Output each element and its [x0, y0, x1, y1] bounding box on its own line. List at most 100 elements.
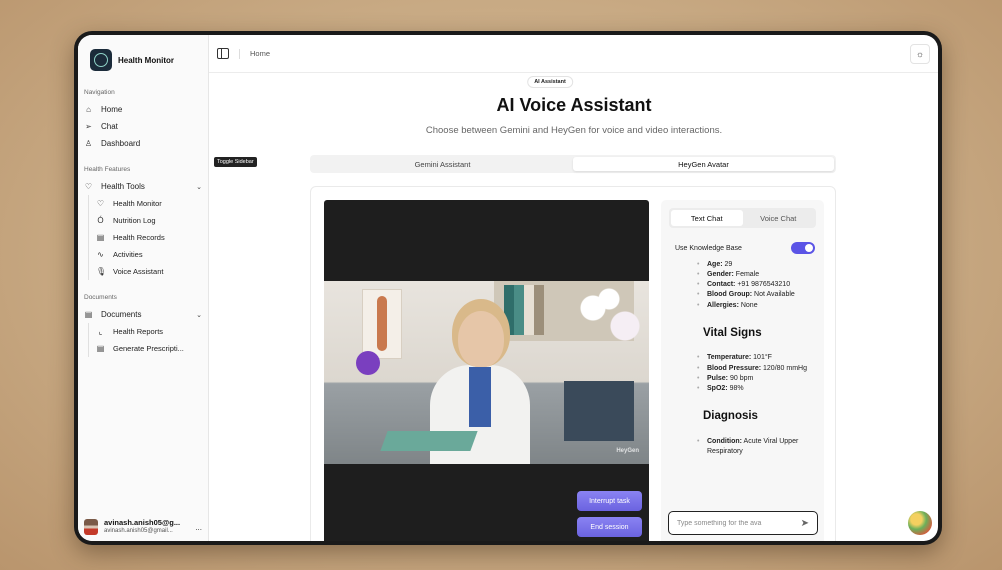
sidebar-item-label: Home [101, 105, 123, 114]
anatomy-poster [362, 289, 402, 359]
sidebar-item-activities[interactable]: ∿ Activities [93, 246, 208, 263]
tab-heygen-avatar[interactable]: HeyGen Avatar [573, 157, 834, 171]
sidebar-item-nutrition-log[interactable]: Ó Nutrition Log [93, 212, 208, 229]
section-label-health-features: Health Features [84, 166, 131, 173]
document-icon: ▤ [96, 344, 105, 353]
sidebar-item-label: Activities [113, 250, 143, 259]
tab-gemini-assistant[interactable]: Gemini Assistant [312, 157, 573, 171]
personal-info-list: Age: 29 Gender: Female Contact: +91 9876… [675, 260, 815, 311]
avatar-shirt [469, 367, 491, 427]
apple-icon: Ó [97, 216, 104, 225]
page-title: AI Voice Assistant [496, 95, 652, 115]
brand[interactable]: Health Monitor [78, 35, 208, 75]
clipboard-icon: ▤ [96, 233, 105, 242]
field-key: Pulse: [707, 374, 729, 382]
health-tools-submenu: ♡ Health Monitor Ó Nutrition Log ▤ Healt… [88, 195, 208, 280]
list-item: Blood Group: Not Available [697, 290, 815, 300]
user-name: avinash.anish05@g... [104, 519, 181, 528]
field-key: Contact: [707, 281, 736, 289]
sidebar-group-label: Health Tools [101, 182, 145, 191]
microphone-icon: 🎙︎ [96, 267, 107, 276]
sidebar-item-label: Nutrition Log [113, 216, 156, 225]
tab-voice-chat[interactable]: Voice Chat [743, 210, 815, 226]
field-value: 29 [722, 261, 733, 268]
sidebar-item-label: Health Reports [113, 327, 164, 336]
sidebar-item-voice-assistant[interactable]: 🎙︎ Voice Assistant [93, 263, 208, 280]
sidebar-item-dashboard[interactable]: ♙ Dashboard [78, 135, 208, 152]
sidebar-item-label: Health Records [113, 233, 165, 242]
activity-icon: ∿ [97, 250, 104, 259]
list-item: Age: 29 [697, 260, 815, 270]
chat-mode-tabs: Text Chat Voice Chat [669, 208, 816, 228]
avatar [84, 519, 98, 535]
avatar-card: HeyGen Interrupt task End session Text C… [310, 186, 836, 541]
chat-message-input[interactable] [677, 519, 801, 527]
sidebar-item-health-reports[interactable]: ⌞ Health Reports [93, 323, 208, 340]
send-icon[interactable]: ➤ [801, 518, 809, 529]
sidebar-item-chat[interactable]: ➢ Chat [78, 118, 208, 135]
sidebar-item-label: Voice Assistant [113, 267, 164, 276]
device-frame: Health Monitor Navigation ⌂ Home ➢ Chat … [74, 31, 942, 545]
avatar-head [458, 311, 504, 367]
home-icon: ⌂ [86, 105, 91, 114]
toggle-sidebar-tooltip: Toggle Sidebar [214, 157, 257, 167]
sidebar-group-documents[interactable]: ▤ Documents ⌄ [78, 306, 208, 323]
document-icon: ▤ [84, 310, 93, 319]
field-value: 101°F [751, 354, 772, 362]
folder [380, 431, 478, 451]
list-item: Allergies: None [697, 301, 815, 311]
sidebar-item-health-monitor[interactable]: ♡ Health Monitor [93, 195, 208, 212]
field-key: Temperature: [707, 354, 752, 362]
field-key: Blood Pressure: [707, 364, 762, 372]
sidebar: Health Monitor Navigation ⌂ Home ➢ Chat … [78, 35, 209, 541]
user-icon: ♙ [84, 139, 93, 148]
app-name: Health Monitor [118, 55, 174, 65]
sidebar-item-label: Generate Prescripti... [113, 344, 184, 353]
knowledge-base-label: Use Knowledge Base [675, 244, 742, 252]
sidebar-item-generate-prescription[interactable]: ▤ Generate Prescripti... [93, 340, 208, 357]
purple-flower [356, 351, 380, 375]
sidebar-item-home[interactable]: ⌂ Home [78, 101, 208, 118]
sidebar-item-label: Health Monitor [113, 199, 162, 208]
list-item: Gender: Female [697, 270, 815, 280]
sidebar-group-label: Documents [101, 310, 142, 319]
list-item: Contact: +91 9876543210 [697, 280, 815, 290]
chat-input-box: ➤ [668, 511, 818, 535]
user-menu[interactable]: avinash.anish05@g... avinash.anish05@gma… [84, 519, 202, 535]
main-area: Home ☼ AI Assistant AI Voice Assistant C… [209, 35, 938, 541]
heart-icon: ♡ [84, 182, 93, 191]
list-item: Pulse: 90 bpm [697, 374, 815, 384]
tab-text-chat[interactable]: Text Chat [671, 210, 743, 226]
interrupt-task-button[interactable]: Interrupt task [577, 491, 642, 511]
app-logo-icon [90, 49, 112, 71]
field-value: 120/80 mmHg [761, 364, 807, 372]
field-value: Female [733, 271, 760, 279]
end-session-button[interactable]: End session [577, 517, 642, 537]
list-item: Condition: Acute Viral Upper Respiratory [697, 437, 815, 457]
topbar: Home ☼ [209, 35, 938, 73]
page-subtitle: Choose between Gemini and HeyGen for voi… [425, 125, 723, 136]
heygen-watermark: HeyGen [616, 448, 639, 454]
breadcrumb[interactable]: Home [250, 49, 270, 58]
knowledge-base-toggle[interactable] [791, 242, 815, 254]
sidebar-item-label: Chat [101, 122, 118, 131]
sidebar-item-health-records[interactable]: ▤ Health Records [93, 229, 208, 246]
sidebar-group-health-tools[interactable]: ♡ Health Tools ⌄ [78, 178, 208, 195]
vitals-list: Temperature: 101°F Blood Pressure: 120/8… [675, 353, 815, 394]
divider [239, 48, 240, 59]
heart-icon: ♡ [96, 199, 105, 208]
sidebar-toggle-icon[interactable] [217, 48, 229, 59]
more-icon[interactable]: ... [195, 523, 202, 532]
chevron-down-icon: ⌄ [196, 183, 202, 191]
page-content: AI Assistant AI Voice Assistant Choose b… [209, 73, 938, 541]
assistant-launcher-button[interactable] [908, 511, 932, 535]
user-info: avinash.anish05@g... avinash.anish05@gma… [104, 519, 180, 535]
field-value: +91 9876543210 [735, 281, 791, 289]
chevron-down-icon: ⌄ [196, 311, 202, 319]
chat-panel: Text Chat Voice Chat Use Knowledge Base … [661, 200, 824, 541]
knowledge-base-row: Use Knowledge Base [675, 242, 815, 254]
theme-toggle-button[interactable]: ☼ [910, 43, 930, 64]
chart-icon: ⌞ [98, 327, 103, 336]
field-value: Not Available [752, 291, 795, 299]
section-label-documents: Documents [84, 294, 117, 301]
